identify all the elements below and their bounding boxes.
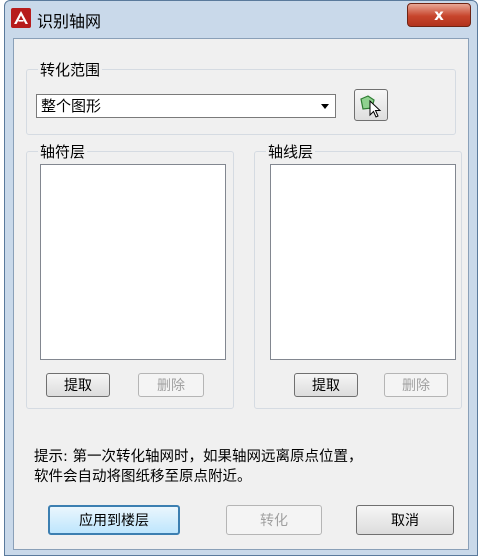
- range-group-label: 转化范围: [38, 59, 103, 80]
- axis-symbol-layer-list[interactable]: [40, 164, 226, 360]
- window-title: 识别轴网: [37, 12, 102, 31]
- hint-line-1: 提示: 第一次转化轴网时，如果轴网远离原点位置，: [34, 449, 363, 465]
- close-button[interactable]: x: [407, 3, 471, 27]
- convert-button[interactable]: 转化: [226, 505, 322, 535]
- autocad-logo-icon: [11, 8, 31, 28]
- hint-line-2: 软件会自动将图纸移至原点附近。: [34, 469, 252, 485]
- axis-line-layer-list[interactable]: [270, 164, 456, 360]
- dialog-client: 转化范围 整个图形 轴符层 提取 删除 轴线层 提取 删除 提示: 第一次转化轴…: [13, 38, 469, 550]
- range-dropdown[interactable]: 整个图形: [36, 94, 336, 118]
- apply-to-floor-button[interactable]: 应用到楼层: [48, 505, 180, 535]
- range-dropdown-value: 整个图形: [41, 97, 102, 115]
- cancel-button[interactable]: 取消: [356, 505, 454, 535]
- dialog-window: 识别轴网 x 转化范围 整个图形 轴符层 提取 删除 轴线层 提取 删除 提示:…: [4, 0, 478, 556]
- axis-line-layer-label: 轴线层: [266, 141, 316, 162]
- axis-symbol-extract-button[interactable]: 提取: [46, 373, 110, 397]
- close-icon: x: [434, 6, 444, 24]
- hint-text: 提示: 第一次转化轴网时，如果轴网远离原点位置， 软件会自动将图纸移至原点附近。: [34, 447, 454, 487]
- chevron-down-icon: [321, 104, 329, 109]
- axis-symbol-delete-button[interactable]: 删除: [138, 373, 204, 397]
- pick-objects-button[interactable]: [354, 89, 388, 121]
- axis-line-delete-button[interactable]: 删除: [384, 373, 448, 397]
- axis-line-extract-button[interactable]: 提取: [294, 373, 358, 397]
- title-bar[interactable]: 识别轴网 x: [5, 1, 477, 35]
- pick-objects-icon: [360, 95, 382, 118]
- axis-symbol-layer-label: 轴符层: [38, 141, 88, 162]
